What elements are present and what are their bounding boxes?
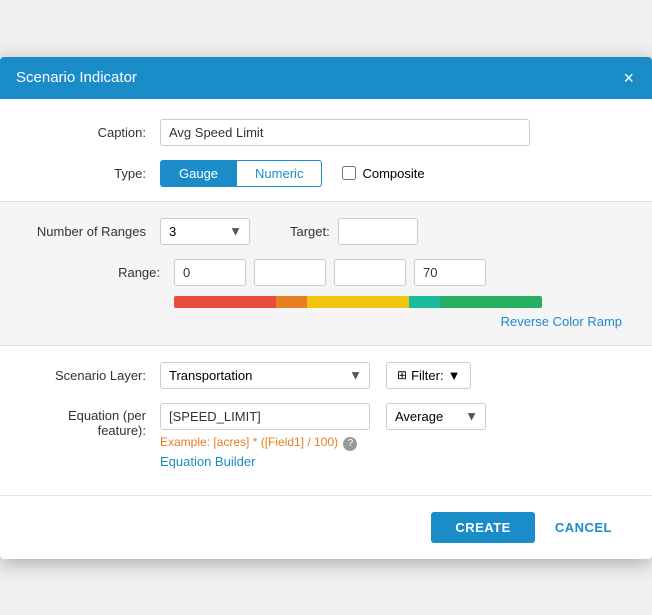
reverse-color-ramp-row: Reverse Color Ramp — [30, 314, 622, 329]
ranges-select-wrap: 1 2 3 4 5 ▼ — [160, 218, 250, 245]
range-input-0[interactable] — [174, 259, 246, 286]
dialog-title: Scenario Indicator — [16, 69, 137, 86]
scenario-layer-select-wrap: Transportation ▼ — [160, 362, 370, 389]
example-text: Example: [acres] * ([Field1] / 100) ? — [160, 435, 622, 451]
ramp-red-segment — [174, 296, 276, 308]
range-input-2[interactable] — [334, 259, 406, 286]
scenario-layer-label: Scenario Layer: — [30, 368, 160, 383]
ramp-yellow-segment — [307, 296, 409, 308]
filter-label: Filter: — [411, 368, 444, 383]
equation-top: Average Sum Min Max ▼ — [160, 403, 622, 430]
number-of-ranges-label: Number of Ranges — [30, 224, 160, 239]
target-label: Target: — [290, 224, 330, 239]
type-gauge-button[interactable]: Gauge — [160, 160, 237, 187]
average-select[interactable]: Average Sum Min Max — [386, 403, 486, 430]
target-input[interactable] — [338, 218, 418, 245]
dialog-footer: CREATE CANCEL — [0, 495, 652, 559]
color-ramp — [174, 296, 542, 308]
ramp-orange-segment — [276, 296, 307, 308]
caption-row: Caption: — [30, 119, 622, 146]
filter-layers-icon: ⊞ — [397, 368, 407, 382]
number-of-ranges-row: Number of Ranges 1 2 3 4 5 ▼ Target: — [30, 218, 622, 245]
type-numeric-button[interactable]: Numeric — [237, 160, 322, 187]
scenario-layer-row: Scenario Layer: Transportation ▼ ⊞ Filte… — [30, 362, 622, 389]
type-label: Type: — [30, 166, 160, 181]
color-ramp-row — [30, 296, 622, 308]
average-select-wrap: Average Sum Min Max ▼ — [386, 403, 486, 430]
range-inputs-row: Range: — [30, 259, 622, 286]
filter-dropdown-arrow-icon: ▼ — [448, 368, 461, 383]
ramp-green-segment — [440, 296, 542, 308]
close-button[interactable]: × — [621, 69, 636, 87]
ranges-section: Number of Ranges 1 2 3 4 5 ▼ Target: — [0, 201, 652, 346]
range-label-spacer: Range: — [30, 265, 174, 280]
composite-checkbox[interactable] — [342, 166, 356, 180]
equation-right: Average Sum Min Max ▼ Example: [acres] *… — [160, 403, 622, 469]
range-input-1[interactable] — [254, 259, 326, 286]
help-icon[interactable]: ? — [343, 437, 357, 451]
example-text-content: Example: [acres] * ([Field1] / 100) — [160, 435, 338, 449]
filter-button[interactable]: ⊞ Filter: ▼ — [386, 362, 471, 389]
equation-row: Equation (perfeature): Average Sum Min M… — [30, 403, 622, 469]
equation-builder-link[interactable]: Equation Builder — [160, 454, 622, 469]
ranges-select[interactable]: 1 2 3 4 5 — [160, 218, 250, 245]
dialog-body: Caption: Type: Gauge Numeric Composite N… — [0, 99, 652, 495]
type-group: Gauge Numeric — [160, 160, 322, 187]
scenario-layer-select[interactable]: Transportation — [160, 362, 370, 389]
ramp-cyan-segment — [409, 296, 440, 308]
caption-input[interactable] — [160, 119, 530, 146]
range-input-3[interactable] — [414, 259, 486, 286]
reverse-color-ramp-link[interactable]: Reverse Color Ramp — [501, 314, 622, 329]
range-inputs-group — [174, 259, 486, 286]
equation-input[interactable] — [160, 403, 370, 430]
equation-label: Equation (perfeature): — [30, 403, 160, 438]
range-label: Range: — [118, 265, 174, 280]
type-row: Type: Gauge Numeric Composite — [30, 160, 622, 187]
create-button[interactable]: CREATE — [431, 512, 534, 543]
dialog-header: Scenario Indicator × — [0, 57, 652, 99]
caption-label: Caption: — [30, 125, 160, 140]
composite-label: Composite — [362, 166, 424, 181]
cancel-button[interactable]: CANCEL — [545, 512, 622, 543]
composite-group: Composite — [342, 166, 424, 181]
target-group: Target: — [290, 218, 418, 245]
scenario-indicator-dialog: Scenario Indicator × Caption: Type: Gaug… — [0, 57, 652, 559]
